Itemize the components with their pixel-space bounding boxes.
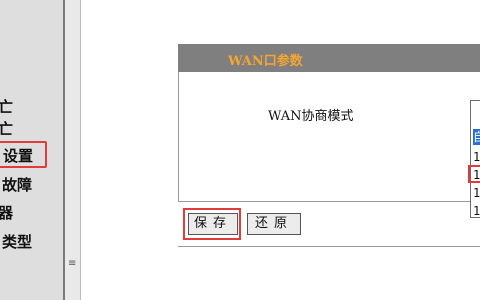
option-highlight-box <box>468 165 480 183</box>
frame-splitter[interactable] <box>65 0 81 300</box>
wan-mode-option-4[interactable]: 1 <box>473 185 480 201</box>
restore-button[interactable]: 还原 <box>247 213 301 235</box>
sidebar-item-1[interactable]: 亡 <box>0 98 13 116</box>
save-highlight-box <box>183 208 241 240</box>
sidebar-item-fault[interactable]: 故障 <box>2 176 32 194</box>
sidebar-highlight-box <box>0 141 47 168</box>
wan-settings-panel <box>178 72 480 202</box>
panel-title: WAN口参数 <box>228 54 303 69</box>
panel-footer-line <box>178 246 480 247</box>
sidebar-item-type[interactable]: 类型 <box>2 233 32 251</box>
wan-mode-option-2[interactable]: 1 <box>473 149 480 165</box>
sidebar-menu: 亡 亡 设置 故障 器 类型 <box>0 0 63 300</box>
wan-mode-label: WAN协商模式 <box>268 109 354 124</box>
wan-mode-option-1[interactable]: 自 <box>473 129 480 145</box>
sidebar-item-2[interactable]: 亡 <box>0 120 13 138</box>
wan-mode-option-5[interactable]: 1 <box>473 203 480 217</box>
splitter-grip-icon[interactable]: ≡ <box>68 258 76 269</box>
sidebar-item-device[interactable]: 器 <box>0 204 13 222</box>
wan-mode-select[interactable]: 自 1 1 1 1 <box>470 100 480 218</box>
panel-title-bar <box>178 44 480 72</box>
